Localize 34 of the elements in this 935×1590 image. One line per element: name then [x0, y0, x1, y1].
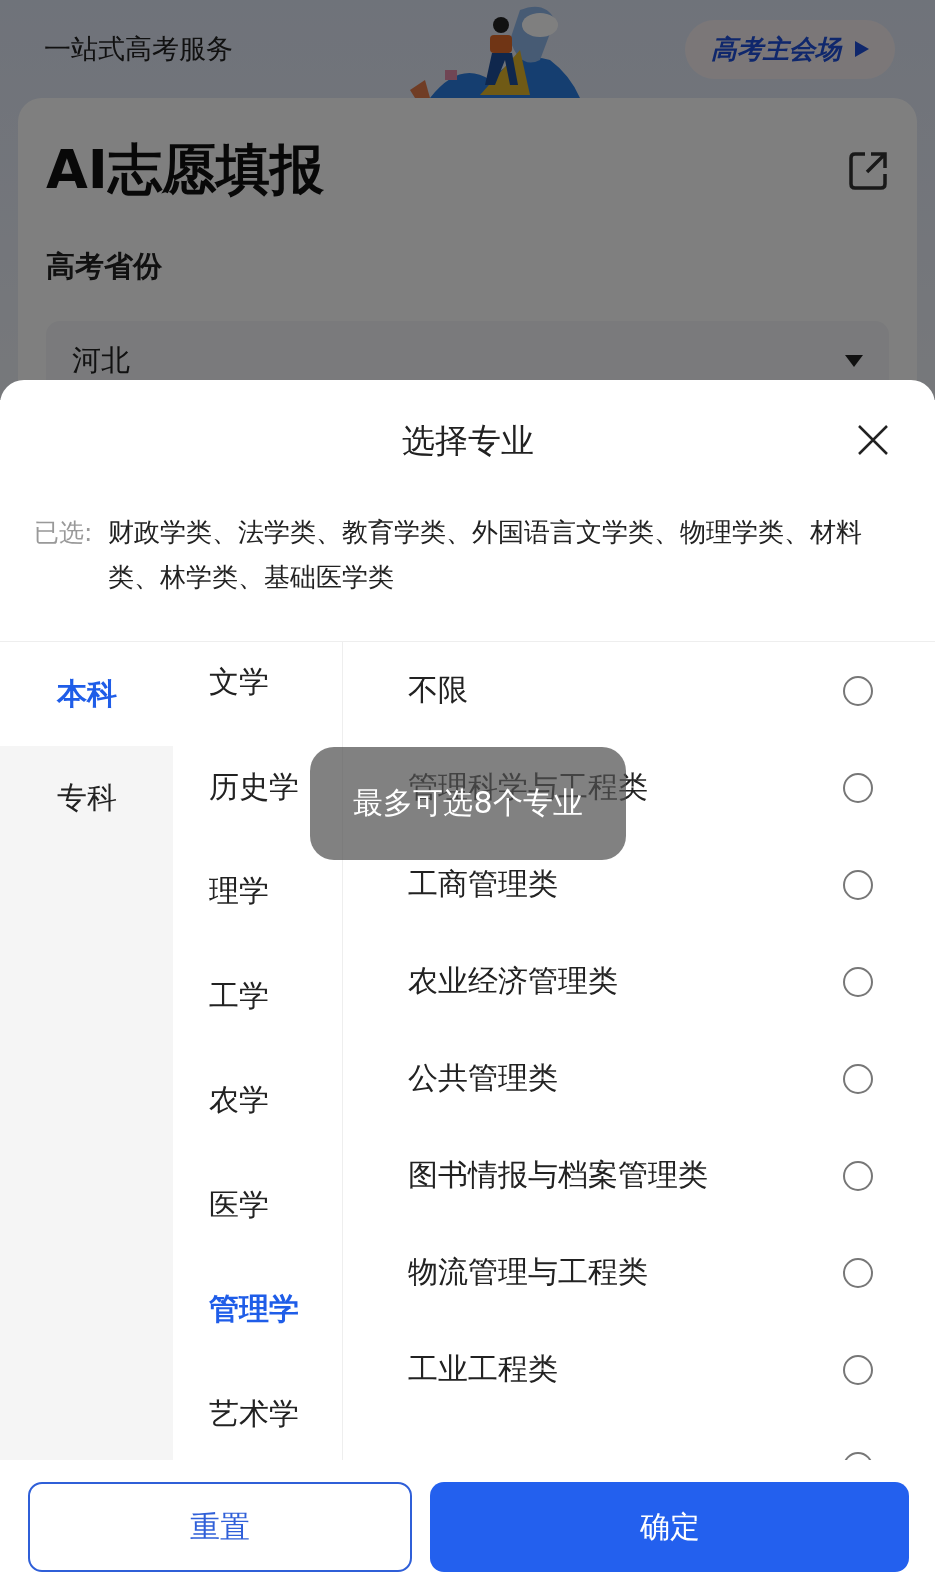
reset-button[interactable]: 重置: [28, 1482, 413, 1572]
radio-button[interactable]: [843, 1160, 873, 1191]
major-label[interactable]: 公共管理类: [408, 1058, 558, 1099]
radio-button[interactable]: [843, 1257, 873, 1288]
page-subtitle: 一站式高考服务: [44, 32, 233, 66]
province-label: 高考省份: [46, 248, 163, 285]
discipline-item[interactable]: 农学: [173, 1060, 342, 1165]
radio-button[interactable]: [843, 1063, 873, 1094]
major-label[interactable]: 不限: [408, 670, 468, 711]
dropdown-caret-icon: [845, 355, 863, 367]
selected-majors-text: 财政学类、法学类、教育学类、外国语言文学类、物理学类、材料类、林学类、基础医学类: [108, 516, 864, 594]
major-label[interactable]: 工商管理类: [408, 864, 558, 905]
share-icon[interactable]: [847, 149, 889, 192]
radio-button[interactable]: [843, 869, 873, 900]
discipline-item[interactable]: 艺术学: [173, 1373, 342, 1460]
confirm-button[interactable]: 确定: [430, 1482, 909, 1572]
discipline-item[interactable]: 管理学: [173, 1269, 342, 1374]
major-label[interactable]: 物流管理与工程类: [408, 1252, 648, 1293]
selected-label: 已选:: [34, 517, 93, 549]
major-label[interactable]: 农业经济管理类: [408, 961, 618, 1002]
discipline-item[interactable]: 理学: [173, 851, 342, 956]
level-tab[interactable]: 本科: [0, 642, 173, 746]
radio-button[interactable]: [843, 966, 873, 997]
radio-button[interactable]: [843, 1354, 873, 1385]
discipline-item[interactable]: 文学: [173, 642, 342, 747]
major-label[interactable]: 工业工程类: [408, 1349, 558, 1390]
radio-button[interactable]: [843, 675, 873, 706]
discipline-item[interactable]: 医学: [173, 1164, 342, 1269]
card-title: AI志愿填报: [46, 137, 324, 203]
major-label[interactable]: 图书情报与档案管理类: [408, 1155, 708, 1196]
radio-button[interactable]: [843, 772, 873, 803]
play-icon: [855, 41, 869, 57]
discipline-item[interactable]: 工学: [173, 955, 342, 1060]
sheet-title: 选择专业: [401, 419, 534, 462]
